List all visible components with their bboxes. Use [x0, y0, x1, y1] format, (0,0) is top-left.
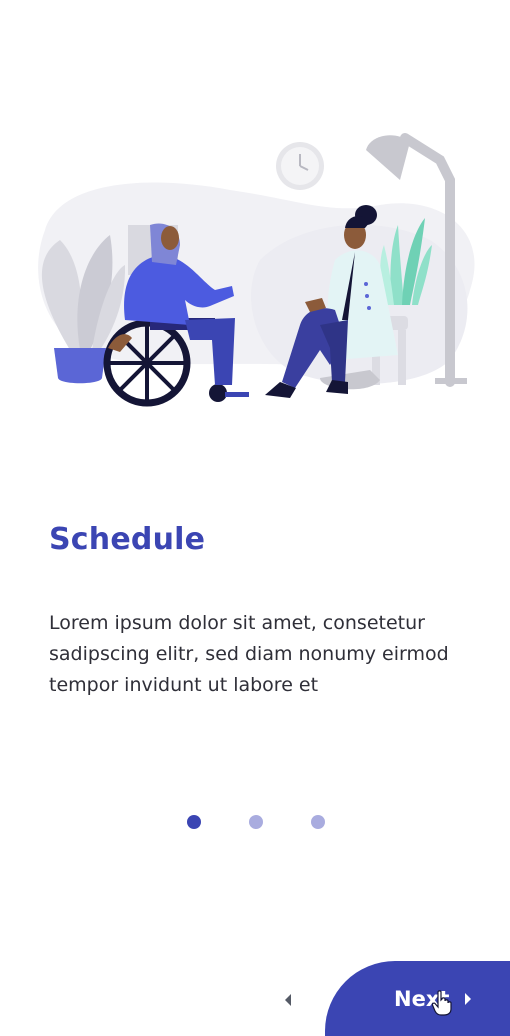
prev-button[interactable] [276, 988, 300, 1012]
next-button[interactable]: Next [325, 961, 510, 1036]
onboarding-screen: Schedule Lorem ipsum dolor sit amet, con… [0, 0, 510, 1036]
chevron-right-icon [463, 992, 473, 1006]
hand-cursor-icon [432, 990, 452, 1016]
page-dot-2[interactable] [249, 815, 263, 829]
page-indicator [187, 815, 327, 829]
chevron-left-icon [285, 994, 291, 1006]
doctor-consultation-illustration [38, 133, 475, 407]
page-dot-1-active[interactable] [187, 815, 201, 829]
page-dot-3[interactable] [311, 815, 325, 829]
description-text: Lorem ipsum dolor sit amet, consetetur s… [49, 612, 449, 696]
page-title: Schedule [49, 522, 206, 557]
